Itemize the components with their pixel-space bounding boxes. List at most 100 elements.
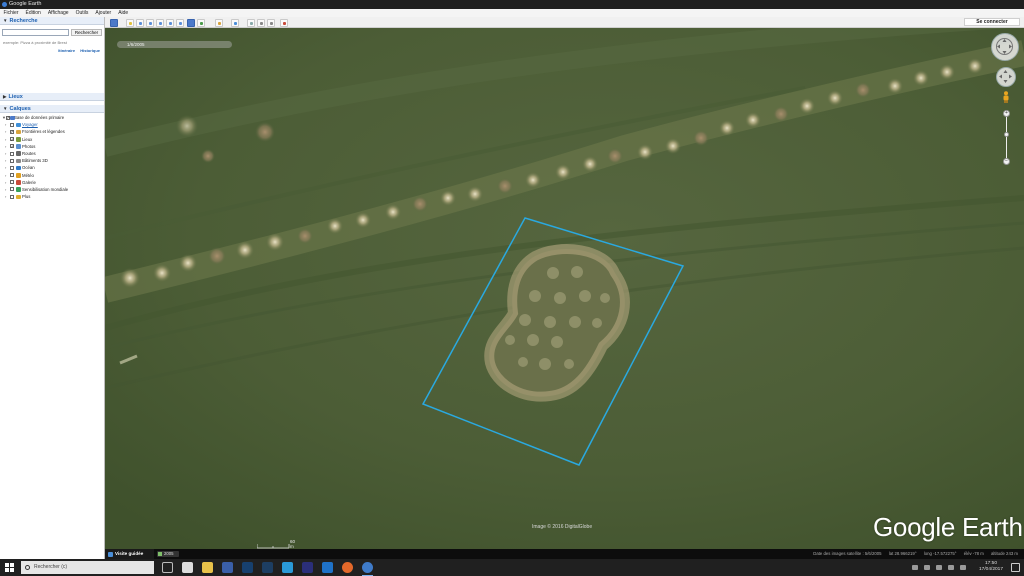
places-panel-header[interactable]: ▶ Lieux [0, 93, 104, 101]
layers-panel-header[interactable]: ▼ Calques [0, 105, 104, 113]
store-icon[interactable] [182, 562, 193, 573]
photoshop-icon[interactable] [302, 562, 313, 573]
menu-tools[interactable]: Outils [72, 9, 92, 17]
app-icon-1[interactable] [222, 562, 233, 573]
menu-bar: Fichier Édition Affichage Outils Ajouter Aide [0, 9, 1024, 17]
expand-arrow-icon[interactable]: › [5, 179, 6, 186]
add-image-overlay-button[interactable] [156, 18, 164, 27]
planets-button[interactable] [197, 18, 205, 27]
volume-icon[interactable] [936, 565, 942, 570]
search-row: Rechercher [0, 29, 104, 38]
expand-arrow-icon[interactable]: › [5, 136, 6, 143]
history-link[interactable]: Historique [80, 48, 100, 53]
layer-item[interactable]: › Routes [0, 150, 104, 157]
historical-imagery-button[interactable] [176, 18, 184, 27]
zoom-in-button[interactable]: + [1003, 110, 1010, 117]
layer-item[interactable]: › Voyager [0, 121, 104, 128]
expand-arrow-icon[interactable]: › [5, 193, 6, 200]
app-icon-3[interactable] [282, 562, 293, 573]
view-in-maps-button[interactable] [280, 18, 288, 27]
windows-taskbar: Rechercher (c) 17:50 17/04/2017 [0, 559, 1024, 576]
menu-file[interactable]: Fichier [0, 9, 22, 17]
toggle-sidebar-button[interactable] [110, 18, 118, 27]
directions-link[interactable]: Itinéraire [58, 48, 75, 53]
print-button[interactable] [257, 18, 265, 27]
layer-item[interactable]: › Bâtiments 3D [0, 157, 104, 164]
window-title: Google Earth [9, 1, 42, 7]
look-joystick[interactable] [991, 33, 1019, 61]
menu-help[interactable]: Aide [115, 9, 132, 17]
layer-checkbox[interactable] [10, 128, 14, 136]
zoom-thumb[interactable] [1004, 132, 1009, 137]
guided-tour-button[interactable]: Visite guidée [105, 549, 154, 559]
ruler-button[interactable] [215, 18, 223, 27]
task-view-icon[interactable] [162, 562, 173, 573]
expand-arrow-icon[interactable]: › [5, 143, 6, 150]
sign-in-button[interactable]: Se connecter [964, 18, 1020, 26]
layer-checkbox[interactable] [10, 143, 14, 150]
layer-checkbox[interactable] [10, 136, 14, 143]
imagery-date-label: 1/6/2005 [127, 42, 145, 47]
app-icon-2[interactable] [262, 562, 273, 573]
expand-arrow-icon[interactable]: › [5, 157, 6, 164]
expand-arrow-icon[interactable]: › [5, 150, 6, 157]
chevron-up-icon[interactable] [912, 565, 918, 570]
save-image-button[interactable] [267, 18, 275, 27]
google-earth-taskbar-icon[interactable] [362, 562, 373, 576]
historical-imagery-badge[interactable]: 2005 [157, 551, 179, 557]
search-input[interactable] [2, 29, 69, 36]
historical-imagery-slider[interactable]: 1/6/2005 [117, 41, 232, 48]
layer-item[interactable]: › Lieux [0, 136, 104, 143]
sun-button[interactable] [187, 18, 195, 27]
menu-edit[interactable]: Édition [22, 9, 44, 17]
steam-icon[interactable] [242, 562, 253, 573]
battery-icon[interactable] [948, 565, 954, 570]
search-button[interactable]: Rechercher [71, 29, 102, 36]
network-icon[interactable] [924, 565, 930, 570]
layer-item[interactable]: › Galerie [0, 179, 104, 186]
layer-item[interactable]: › Photos [0, 143, 104, 150]
ruler-tool-button[interactable] [231, 18, 239, 27]
file-explorer-icon[interactable] [202, 562, 213, 573]
expand-arrow-icon[interactable]: › [5, 164, 6, 171]
layer-checkbox[interactable] [10, 151, 14, 156]
menu-add[interactable]: Ajouter [92, 9, 115, 17]
map-view[interactable]: 1/6/2005 + − Image © 2016 DigitalGlobe G… [105, 28, 1024, 549]
edge-icon[interactable] [322, 562, 333, 573]
windows-start-icon[interactable] [5, 563, 14, 572]
layer-item[interactable]: ▼Base de données primaire [0, 114, 104, 121]
layer-checkbox[interactable] [10, 194, 14, 199]
expand-arrow-icon[interactable]: › [5, 128, 6, 135]
zoom-out-button[interactable]: − [1003, 158, 1010, 165]
layer-checkbox[interactable] [10, 158, 14, 163]
zoom-slider[interactable]: + − [1003, 110, 1010, 166]
layer-checkbox[interactable] [10, 165, 14, 170]
layer-checkbox[interactable] [10, 180, 14, 185]
record-tour-button[interactable] [166, 18, 174, 27]
clock[interactable]: 17:50 17/04/2017 [976, 561, 1006, 573]
menu-view[interactable]: Affichage [44, 9, 72, 17]
layer-checkbox[interactable] [10, 187, 14, 192]
layer-item[interactable]: › Frontières et légendes [0, 128, 104, 135]
keyboard-icon[interactable] [960, 565, 966, 570]
layer-item[interactable]: › Plus [0, 193, 104, 200]
email-button[interactable] [247, 18, 255, 27]
add-polygon-button[interactable] [136, 18, 144, 27]
move-joystick[interactable] [996, 67, 1016, 87]
layer-item[interactable]: › Sensibilisation mondiale [0, 186, 104, 193]
pegman-icon[interactable] [1002, 91, 1010, 103]
expand-arrow-icon[interactable]: › [5, 172, 6, 179]
notifications-icon[interactable] [1011, 563, 1020, 572]
layer-checkbox[interactable] [10, 173, 14, 178]
layer-item[interactable]: › Océan [0, 164, 104, 171]
add-path-button[interactable] [146, 18, 154, 27]
search-panel-header[interactable]: ▼ Recherche [0, 17, 104, 25]
layer-icon [16, 194, 21, 200]
add-placemark-button[interactable] [126, 18, 134, 27]
layer-item[interactable]: › Météo [0, 172, 104, 179]
taskbar-search-input[interactable]: Rechercher (c) [21, 561, 154, 574]
firefox-icon[interactable] [342, 562, 353, 573]
layer-checkbox[interactable] [10, 122, 14, 127]
expand-arrow-icon[interactable]: › [5, 121, 6, 128]
expand-arrow-icon[interactable]: › [5, 186, 6, 193]
